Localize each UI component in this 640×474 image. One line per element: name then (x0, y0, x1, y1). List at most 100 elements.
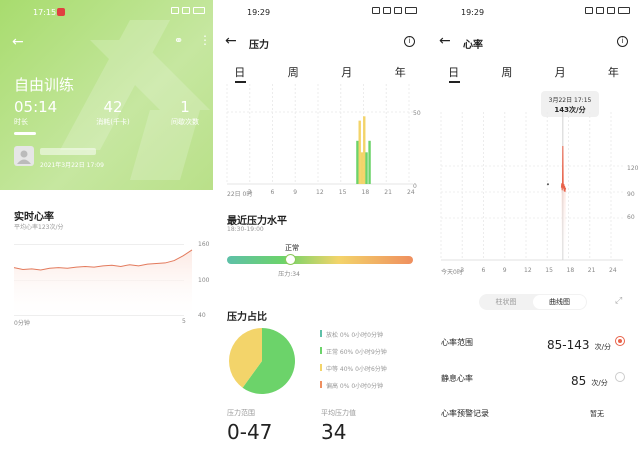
tooltip-date: 3月22日 17:15 (548, 97, 592, 104)
status-time: 17:15 (33, 8, 57, 17)
y-tick: 50 (413, 110, 421, 117)
info-icon[interactable]: i (617, 36, 628, 47)
recent-stress-title: 最近压力水平 (227, 216, 287, 227)
x-tick: 18 (361, 189, 370, 196)
stress-bar-chart (226, 84, 413, 185)
hr-title: 实时心率 (14, 212, 54, 223)
resting-hr: 85 次/分 (571, 370, 608, 389)
x-tick: 15 (338, 189, 347, 196)
hr-range-radio[interactable] (615, 336, 625, 346)
legend-swatch (320, 364, 322, 371)
x-tick: 18 (566, 267, 575, 274)
expand-icon[interactable]: ⤢ (615, 296, 622, 306)
page-title: 心率 (463, 40, 483, 51)
tab-year[interactable]: 年 (587, 64, 640, 80)
workout-panel: 17:15 ← ⚭ ⋮ 自由训练 05:14 时长 42 消耗(千卡) 1 间歇… (0, 0, 213, 474)
stress-avg-value: 34 (321, 420, 347, 444)
tab-week[interactable]: 周 (480, 64, 533, 80)
back-icon[interactable]: ← (439, 33, 451, 49)
stat-intervals: 1 间歇次数 (168, 98, 202, 127)
stress-level-label: 正常 (285, 244, 299, 252)
stress-bar (360, 152, 364, 184)
stress-bar (363, 116, 366, 184)
workout-date: 2021年3月22日 17:09 (40, 162, 104, 169)
info-icon[interactable]: i (404, 36, 415, 47)
more-icon[interactable]: ⋮ (199, 33, 211, 47)
hr-range: 85-143 次/分 (547, 334, 611, 353)
x-tick: 0分钟 (14, 320, 30, 327)
username-placeholder (40, 148, 96, 155)
tab-week[interactable]: 周 (267, 64, 321, 80)
x-tick: 12 (524, 267, 532, 274)
stress-level-value: 压力:34 (278, 271, 300, 278)
avatar[interactable] (14, 146, 34, 166)
status-icons (585, 7, 630, 14)
stress-level-marker (284, 254, 296, 265)
stat-value: 42 (103, 98, 123, 116)
back-icon[interactable]: ← (12, 34, 24, 50)
stat-label: 消耗(千卡) (96, 118, 130, 126)
notification-badge (57, 8, 65, 16)
tab-day[interactable]: 日 (427, 64, 480, 83)
status-time: 19:29 (461, 8, 485, 17)
legend-item: 偏高 0% 0小时0分钟 (326, 383, 383, 390)
y-tick: 120 (627, 165, 639, 172)
toggle-line-chart[interactable]: 曲线图 (533, 295, 586, 309)
x-tick: 9 (502, 267, 507, 274)
back-icon[interactable]: ← (225, 33, 237, 49)
legend-item: 中等 40% 0小时6分钟 (326, 366, 387, 373)
x-tick: 3 (460, 267, 465, 274)
x-tick: 24 (407, 189, 415, 196)
resting-hr-unit: 次/分 (591, 379, 608, 387)
stress-avg-label: 平均压力值 (321, 409, 356, 417)
x-tick: 3 (247, 189, 252, 196)
tab-month[interactable]: 月 (320, 64, 374, 80)
x-tick: 12 (316, 189, 324, 196)
tab-year[interactable]: 年 (374, 64, 428, 80)
stat-label: 时长 (14, 118, 28, 126)
stat-duration: 05:14 时长 (14, 98, 57, 127)
heart-panel: 19:29 ← 心率 i 日 周 月 年 3月22日 17:15 143次/分 … (427, 0, 640, 474)
page-indicator (14, 132, 36, 135)
resting-hr-radio[interactable] (615, 372, 625, 382)
hr-range-value: 85-143 (547, 338, 590, 352)
stress-bar (356, 140, 359, 184)
workout-title: 自由训练 (14, 76, 75, 94)
workout-header: 17:15 ← ⚭ ⋮ 自由训练 05:14 时长 42 消耗(千卡) 1 间歇… (0, 0, 213, 190)
stat-value: 1 (180, 98, 190, 116)
stress-bar (365, 152, 368, 184)
hr-alert-label: 心率预警记录 (441, 409, 489, 418)
hr-area (561, 146, 566, 260)
legend-swatch (320, 330, 322, 337)
stat-calories: 42 消耗(千卡) (96, 98, 130, 127)
period-tabs: 日 周 月 年 (427, 64, 640, 83)
x-tick: 21 (587, 267, 596, 274)
toggle-bar-chart[interactable]: 柱状图 (479, 294, 533, 310)
tab-month[interactable]: 月 (534, 64, 587, 80)
stress-bar (368, 140, 371, 184)
stress-range-label: 压力范围 (227, 409, 255, 417)
share-icon[interactable]: ⚭ (174, 34, 183, 47)
x-tick: 5 (182, 318, 186, 325)
resting-hr-value: 85 (571, 374, 587, 388)
hr-area (14, 249, 192, 315)
legend-item: 放松 0% 0小时0分钟 (326, 332, 383, 339)
status-icons (372, 7, 417, 14)
x-tick: 6 (270, 189, 275, 196)
legend-swatch (320, 381, 322, 388)
hr-point (546, 183, 549, 186)
page-title: 压力 (249, 40, 269, 51)
stress-bar (358, 120, 361, 184)
hr-range-unit: 次/分 (594, 343, 611, 351)
heart-rate-chart (440, 112, 623, 261)
hr-range-label: 心率范围 (441, 338, 473, 347)
recent-stress-time: 18:30-19:00 (227, 226, 264, 233)
stat-value: 05:14 (14, 98, 58, 116)
stat-label: 间歇次数 (171, 118, 199, 126)
legend-swatch (320, 347, 322, 354)
tab-day[interactable]: 日 (213, 64, 267, 83)
hr-subtitle: 平均心率123次/分 (14, 224, 64, 231)
x-tick: 24 (609, 267, 617, 274)
stress-pie-chart (229, 328, 295, 394)
realtime-hr-chart (13, 249, 193, 315)
